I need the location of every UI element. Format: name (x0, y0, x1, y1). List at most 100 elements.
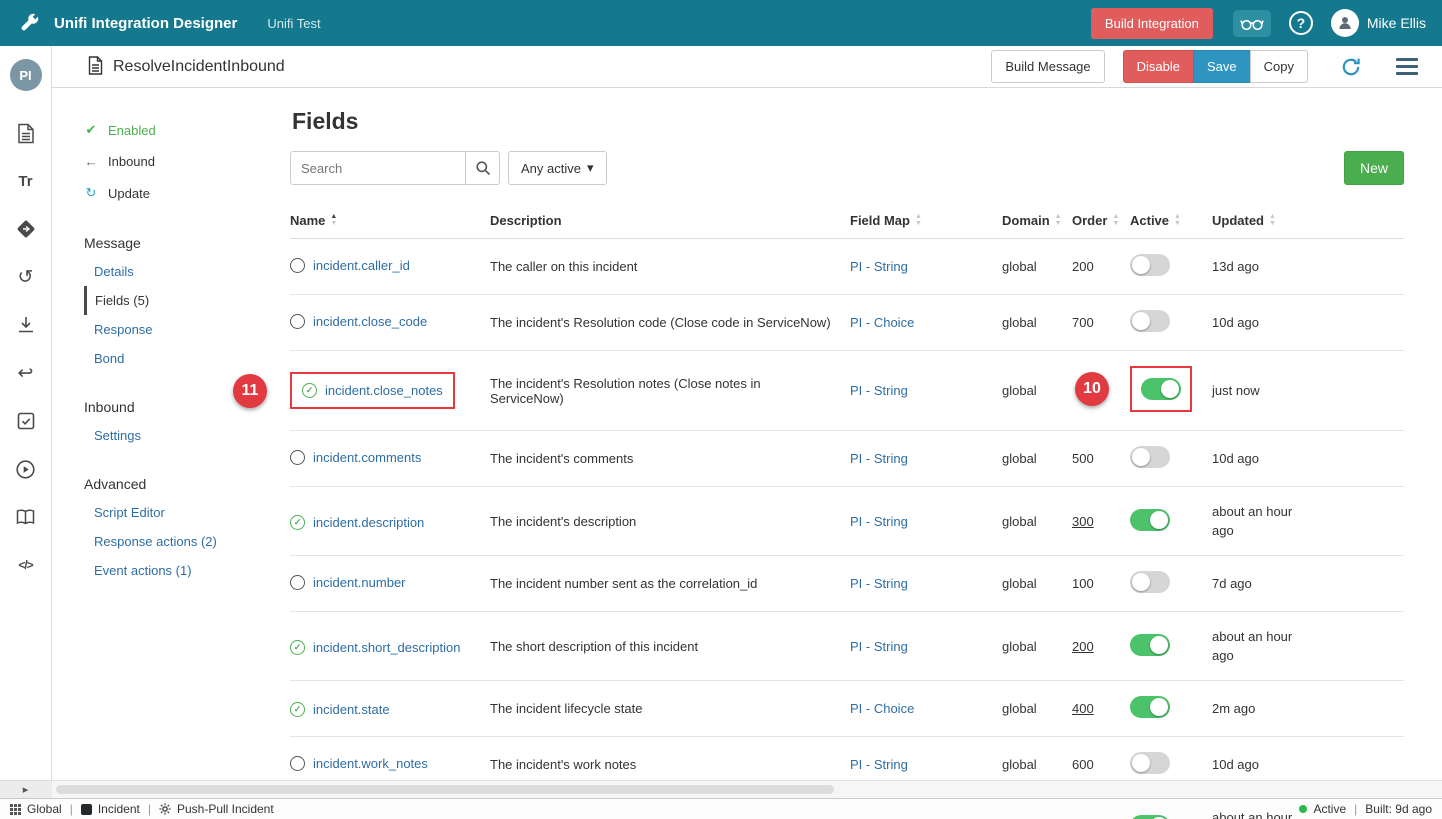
field-name-link[interactable]: incident.description (313, 515, 424, 530)
built-label: Built: 9d ago (1365, 802, 1432, 816)
sidebar-item-bond[interactable]: Bond (84, 344, 290, 373)
sidebar-item-response-actions[interactable]: Response actions (2) (84, 527, 290, 556)
book-icon[interactable] (13, 505, 39, 529)
active-toggle[interactable] (1130, 696, 1170, 718)
build-integration-button[interactable]: Build Integration (1091, 8, 1213, 39)
sidebar-item-fields[interactable]: Fields (5) (84, 286, 290, 315)
sidebar-section-message: Message Details Fields (5) Response Bond (84, 229, 290, 373)
status-inbound-label: Inbound (108, 154, 155, 169)
check-icon: ✔ (84, 122, 98, 138)
field-status-icon: ✓ (302, 383, 317, 398)
history-icon[interactable]: ↺ (13, 265, 39, 289)
field-map-link[interactable]: PI - Choice (850, 315, 914, 330)
field-name-link[interactable]: incident.close_notes (325, 383, 443, 398)
active-toggle[interactable] (1130, 815, 1170, 819)
scrollbar-thumb[interactable] (56, 785, 834, 794)
chevron-down-icon: ▾ (587, 160, 594, 176)
message-document-icon (88, 56, 103, 78)
column-header-name[interactable]: Name ▲▼ (290, 203, 490, 239)
field-map-link[interactable]: PI - String (850, 757, 908, 772)
hamburger-menu-icon[interactable] (1396, 58, 1418, 75)
annotation-badge-10: 10 (1075, 372, 1109, 406)
active-toggle[interactable] (1130, 310, 1170, 332)
spectacles-icon[interactable] (1233, 10, 1271, 37)
field-map-link[interactable]: PI - String (850, 451, 908, 466)
search-button[interactable] (466, 151, 500, 185)
disable-button[interactable]: Disable (1123, 50, 1194, 83)
tasks-icon[interactable] (13, 409, 39, 433)
active-toggle[interactable] (1130, 634, 1170, 656)
field-updated: 10d ago (1212, 449, 1259, 468)
field-name-link[interactable]: incident.state (313, 702, 390, 717)
status-dot-icon (1299, 805, 1307, 813)
field-name-link[interactable]: incident.work_notes (313, 756, 428, 771)
search-input[interactable] (290, 151, 466, 185)
column-header-domain[interactable]: Domain ▲▼ (1002, 203, 1072, 239)
active-toggle[interactable] (1130, 446, 1170, 468)
copy-button[interactable]: Copy (1250, 50, 1308, 83)
rail-expand-button[interactable]: ▸ (0, 780, 52, 798)
build-message-button[interactable]: Build Message (991, 50, 1104, 83)
column-header-field-map[interactable]: Field Map ▲▼ (850, 203, 1002, 239)
integration-name-link[interactable]: Unifi Test (267, 16, 320, 31)
help-icon[interactable]: ? (1289, 11, 1313, 35)
active-status: Active (1299, 802, 1346, 816)
field-name-link[interactable]: incident.number (313, 575, 406, 590)
code-icon[interactable]: </> (13, 553, 39, 577)
field-updated: about an hour ago (1212, 502, 1307, 540)
scope-entry[interactable]: Global (10, 802, 62, 816)
horizontal-scrollbar[interactable] (52, 780, 1442, 798)
download-icon[interactable] (13, 313, 39, 337)
field-name-cell: incident.work_notes (290, 756, 428, 771)
refresh-icon[interactable] (1340, 56, 1362, 78)
sidebar-item-settings[interactable]: Settings (84, 421, 290, 450)
process-avatar[interactable]: PI (10, 59, 42, 91)
field-map-link[interactable]: PI - String (850, 576, 908, 591)
column-header-order[interactable]: Order ▲▼ (1072, 203, 1130, 239)
sidebar-item-details[interactable]: Details (84, 257, 290, 286)
field-map-link[interactable]: PI - String (850, 514, 908, 529)
sort-icon: ▲▼ (1055, 214, 1062, 228)
field-name-link[interactable]: incident.caller_id (313, 258, 410, 273)
column-header-active[interactable]: Active ▲▼ (1130, 203, 1212, 239)
active-toggle[interactable] (1141, 378, 1181, 400)
text-format-icon[interactable]: Tr (13, 169, 39, 193)
field-name-link[interactable]: incident.short_description (313, 640, 460, 655)
sidebar-item-script-editor[interactable]: Script Editor (84, 498, 290, 527)
play-icon[interactable] (13, 457, 39, 481)
process-entry[interactable]: Incident (81, 802, 140, 816)
field-order[interactable]: 400 (1072, 701, 1094, 716)
separator: | (148, 802, 151, 816)
active-toggle-cell (1130, 310, 1170, 332)
field-map-link[interactable]: PI - Choice (850, 701, 914, 716)
active-toggle[interactable] (1130, 509, 1170, 531)
field-map-link[interactable]: PI - String (850, 259, 908, 274)
field-order[interactable]: 200 (1072, 639, 1094, 654)
integration-entry[interactable]: Push-Pull Incident (159, 802, 274, 816)
sidebar-item-event-actions[interactable]: Event actions (1) (84, 556, 290, 585)
active-toggle[interactable] (1130, 752, 1170, 774)
field-order[interactable]: 300 (1072, 514, 1094, 529)
field-name-link[interactable]: incident.comments (313, 450, 421, 465)
save-button[interactable]: Save (1193, 50, 1251, 83)
sidebar-item-response[interactable]: Response (84, 315, 290, 344)
table-row: ✓ incident.state The incident lifecycle … (290, 681, 1404, 737)
document-icon[interactable] (13, 121, 39, 145)
user-name: Mike Ellis (1367, 15, 1426, 31)
field-map-link[interactable]: PI - String (850, 383, 908, 398)
field-map-link[interactable]: PI - String (850, 639, 908, 654)
new-button[interactable]: New (1344, 151, 1404, 185)
field-name-cell: ✓ incident.description (290, 515, 424, 530)
active-toggle-cell (1130, 571, 1170, 593)
active-filter-dropdown[interactable]: Any active ▾ (508, 151, 607, 185)
user-menu[interactable]: Mike Ellis (1331, 9, 1426, 37)
active-toggle[interactable] (1130, 571, 1170, 593)
refresh-small-icon: ↻ (84, 185, 98, 201)
field-description: The short description of this incident (490, 612, 850, 681)
send-diamond-icon[interactable] (13, 217, 39, 241)
field-name-link[interactable]: incident.close_code (313, 314, 427, 329)
active-toggle[interactable] (1130, 254, 1170, 276)
reply-icon[interactable]: ↩ (13, 361, 39, 385)
column-header-description[interactable]: Description (490, 203, 850, 239)
column-header-updated[interactable]: Updated ▲▼ (1212, 203, 1404, 239)
